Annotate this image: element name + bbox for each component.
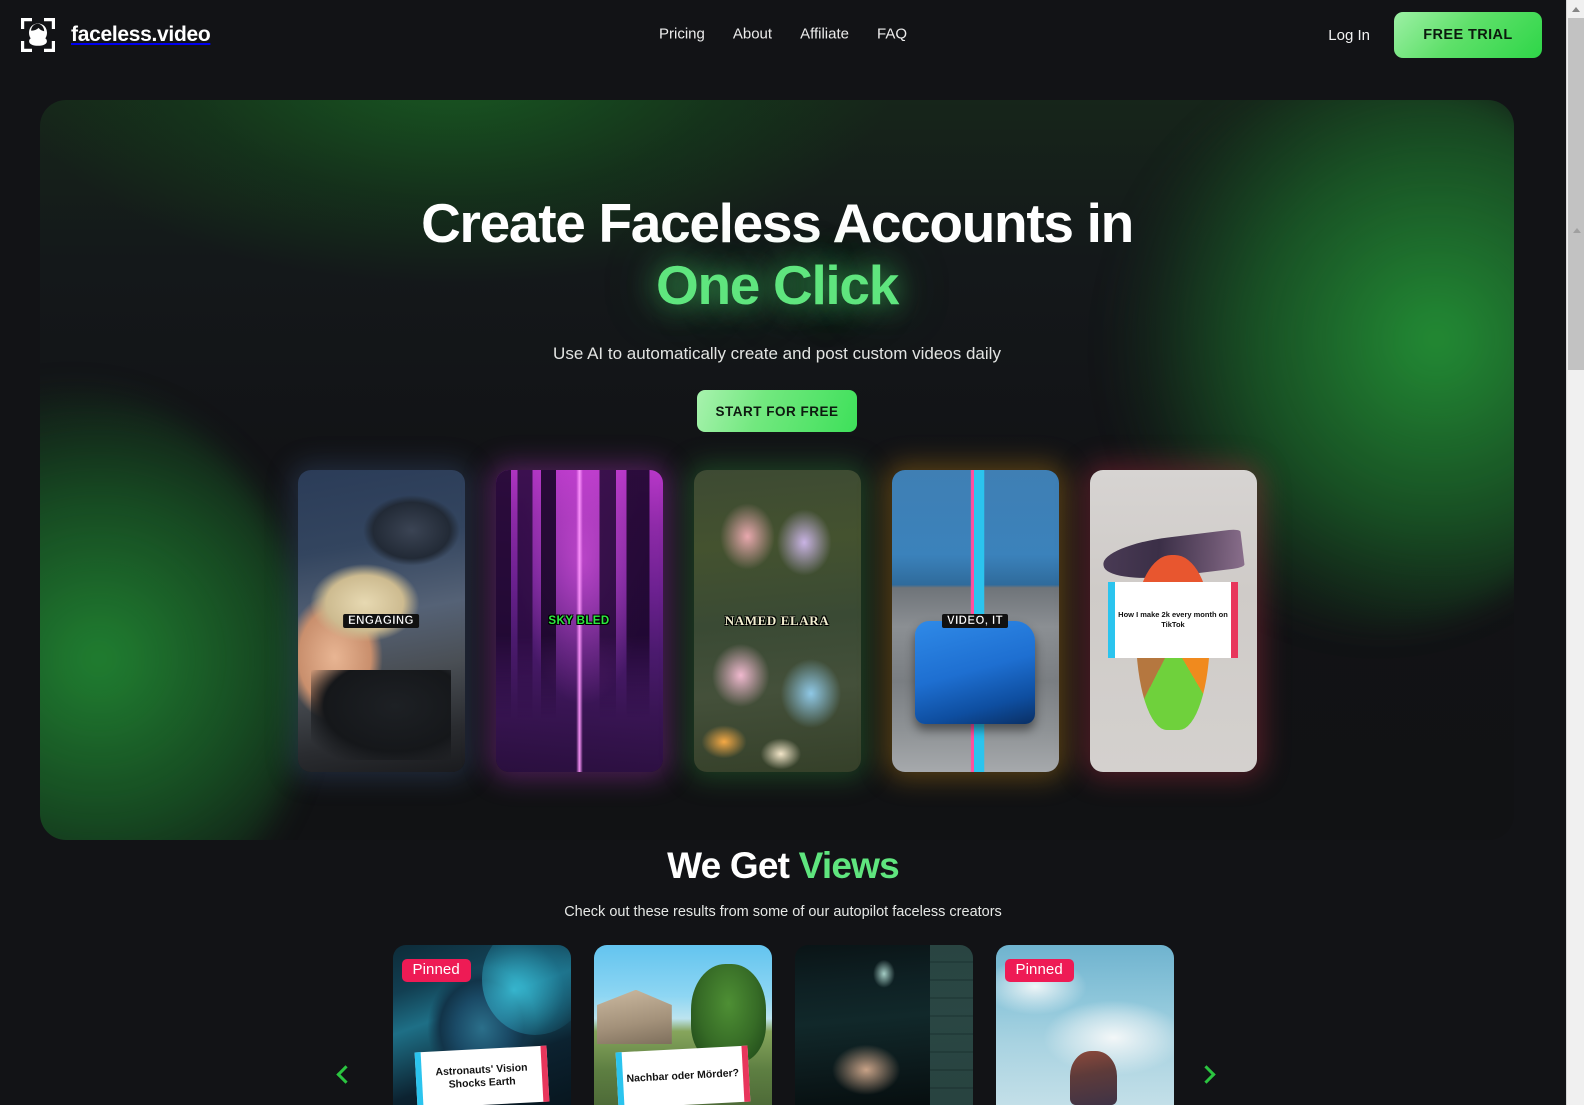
nav-item-about[interactable]: About xyxy=(733,26,772,43)
carousel-card-caption: Nachbar oder Mörder? xyxy=(625,1067,739,1086)
carousel-card[interactable]: Pinned Astronauts' Vision Shocks Earth xyxy=(392,945,571,1105)
page-viewport: faceless.video Pricing About Affiliate F… xyxy=(0,0,1566,1105)
thumbnail-artwork: How I make 2k every month on TikTok xyxy=(1089,470,1257,773)
carousel-card-notecard: Astronauts' Vision Shocks Earth xyxy=(414,1045,549,1105)
header-actions: Log In FREE TRIAL xyxy=(1328,0,1542,70)
carousel-card-notecard: Nachbar oder Mörder? xyxy=(615,1045,750,1105)
thumbnail-notecard: How I make 2k every month on TikTok xyxy=(1107,582,1239,658)
hero-heading-line1: Create Faceless Accounts in xyxy=(421,192,1134,254)
scrollbar-thumb[interactable] xyxy=(1568,18,1584,370)
thumbnail-caption: How I make 2k every month on TikTok xyxy=(1118,610,1228,629)
face-scan-icon xyxy=(17,14,59,56)
thumbnail-caption: NAMED ELARA xyxy=(724,613,830,629)
pinned-badge: Pinned xyxy=(401,959,471,982)
thumbnail-caption: SKY BLED xyxy=(548,615,610,628)
carousel-card-caption: Astronauts' Vision Shocks Earth xyxy=(434,1061,528,1091)
hero-section: Create Faceless Accounts in One Click Us… xyxy=(40,100,1514,840)
free-trial-button[interactable]: FREE TRIAL xyxy=(1394,12,1542,58)
hero-thumbnail-strip: ENGAGING SKY BLED NAMED ELARA VIDEO, IT … xyxy=(40,470,1514,773)
main-nav: Pricing About Affiliate FAQ xyxy=(659,26,907,43)
nav-item-affiliate[interactable]: Affiliate xyxy=(800,26,849,43)
views-heading: We Get Views xyxy=(0,845,1566,887)
figure-shape xyxy=(1070,1050,1117,1105)
nav-item-faq[interactable]: FAQ xyxy=(877,26,907,43)
thumbnail-caption: VIDEO, IT xyxy=(942,614,1008,629)
hero-heading: Create Faceless Accounts in One Click xyxy=(40,192,1514,316)
hero-subtitle: Use AI to automatically create and post … xyxy=(553,344,1001,364)
views-subtitle: Check out these results from some of our… xyxy=(564,904,1002,920)
hero-thumbnail-card[interactable]: ENGAGING xyxy=(297,470,465,773)
start-for-free-button[interactable]: START FOR FREE xyxy=(697,390,857,433)
chevron-right-icon xyxy=(1196,1064,1216,1084)
chevron-left-icon xyxy=(335,1064,355,1084)
hero-thumbnail-card[interactable]: How I make 2k every month on TikTok xyxy=(1089,470,1257,773)
login-link[interactable]: Log In xyxy=(1328,27,1370,44)
hero-heading-line2: One Click xyxy=(655,254,899,317)
hero-thumbnail-card[interactable]: NAMED ELARA xyxy=(693,470,861,773)
carousel-prev-button[interactable] xyxy=(328,1057,362,1091)
hero-thumbnail-card[interactable]: SKY BLED xyxy=(495,470,663,773)
results-carousel: Pinned Astronauts' Vision Shocks Earth N… xyxy=(0,945,1566,1105)
views-heading-plain: We Get xyxy=(667,845,799,886)
vertical-scrollbar[interactable] xyxy=(1566,0,1584,1105)
views-heading-accent: Views xyxy=(798,845,900,886)
brand-logo[interactable]: faceless.video xyxy=(17,14,211,56)
carousel-card[interactable]: Nachbar oder Mörder? xyxy=(593,945,772,1105)
carousel-card-artwork xyxy=(794,945,973,1105)
scrollbar-grip-icon xyxy=(1573,228,1581,233)
carousel-card[interactable] xyxy=(794,945,973,1105)
carousel-next-button[interactable] xyxy=(1189,1057,1223,1091)
carousel-card[interactable]: Pinned xyxy=(995,945,1174,1105)
thumbnail-caption: ENGAGING xyxy=(343,614,419,629)
scrollbar-up-arrow[interactable] xyxy=(1567,0,1584,18)
nav-item-pricing[interactable]: Pricing xyxy=(659,26,705,43)
site-header: faceless.video Pricing About Affiliate F… xyxy=(0,0,1566,70)
pinned-badge: Pinned xyxy=(1004,959,1074,982)
views-section: We Get Views Check out these results fro… xyxy=(0,845,1566,920)
brand-name: faceless.video xyxy=(71,23,211,46)
hero-thumbnail-card[interactable]: VIDEO, IT xyxy=(891,470,1059,773)
